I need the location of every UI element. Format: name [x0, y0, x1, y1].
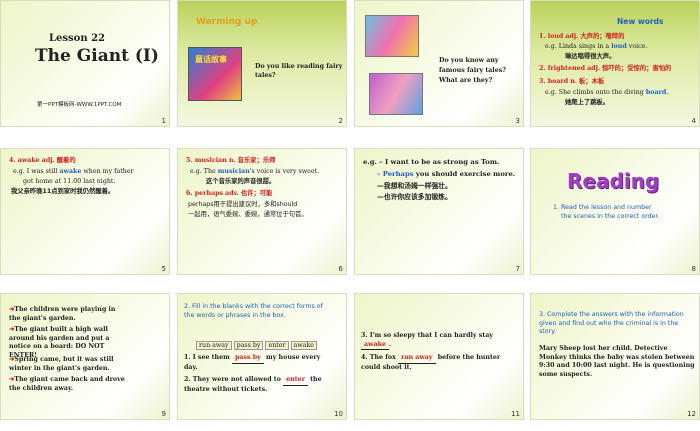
slide-number: 7 [515, 265, 520, 273]
slide-7-thumbnail[interactable]: e.g. – I want to be as strong as Tom. – … [354, 148, 524, 275]
question-3: 3. I'm so sleepy that I can hardly stay … [361, 332, 516, 351]
slide-11-thumbnail[interactable]: 3. I'm so sleepy that I can hardly stay … [354, 293, 524, 420]
slide-number: 8 [691, 265, 696, 273]
task-text: 2. Fill in the blanks with the correct f… [184, 303, 323, 319]
example-3-cn: 她爬上了跳板。 [565, 99, 610, 106]
example-line-2: got home at 11.00 last night. [23, 178, 116, 185]
slide-number: 2 [338, 117, 343, 125]
slide-number: 11 [511, 410, 520, 418]
fairy-tale-books-image [365, 15, 419, 57]
question-line-1: Do you know any [439, 57, 499, 64]
story-text: Mary Sheep lost her child. Detective Mon… [539, 345, 695, 378]
scene-4: ➜The giant came back and drove the child… [9, 376, 125, 392]
example-line-1: e.g. – I want to be as strong as Tom. [363, 158, 500, 166]
word-1: 1. loud adj. 大声的；喧哗的 [539, 33, 625, 40]
slide-9-thumbnail[interactable]: ➜The children were playing in the giant'… [0, 293, 170, 420]
question-1: 1. I see them pass by my house every day… [184, 354, 321, 371]
slide-title: The Giant (I) [35, 46, 159, 66]
slide-number: 3 [515, 117, 520, 125]
slide-1-thumbnail[interactable]: Lesson 22 The Giant (I) 第一PPT模板网-WWW.1PP… [0, 0, 170, 127]
slide-2-thumbnail[interactable]: Warming up 童话故事 Do you like reading fair… [177, 0, 347, 127]
question-line-3: What are they? [439, 77, 493, 84]
word-3: 3. board n. 板；木板 [539, 78, 605, 85]
slide-number: 1 [161, 117, 166, 125]
example-line-4: —也许你应该多加锻炼。 [377, 193, 452, 201]
example-line-2: – Perhaps you should exercise more. [377, 170, 516, 178]
scene-1: ➜The children were playing in the giant'… [9, 306, 116, 322]
slide-number: 12 [687, 410, 696, 418]
slide-number: 10 [334, 410, 343, 418]
reading-heading: Reading [567, 169, 660, 193]
slide-heading: Warming up [196, 17, 258, 27]
word-2: 2. frightened adj. 惊吓的；受惊的；害怕的 [539, 65, 672, 72]
slide-number: 4 [691, 117, 696, 125]
slide-heading: New words [617, 17, 664, 26]
usage-note-1: perhaps用于提出建议时，多和should [188, 201, 298, 208]
slide-5-thumbnail[interactable]: 4. awake adj. 醒着的 e.g. I was still awake… [0, 148, 170, 275]
task-line-1: 1. Read the lesson and number [553, 204, 652, 211]
slide-number: 9 [161, 410, 166, 418]
slide-3-thumbnail[interactable]: Do you know any famous fairy tales? What… [354, 0, 524, 127]
example-1: e.g. Linda sings in a loud voice. [545, 43, 648, 50]
slide-number: 6 [338, 265, 343, 273]
slide-10-thumbnail[interactable]: 2. Fill in the blanks with the correct f… [177, 293, 347, 420]
slide-12-thumbnail[interactable]: 3. Complete the answers with the informa… [530, 293, 700, 420]
example-line-3: —我想和汤姆一样强壮。 [377, 182, 452, 190]
slide-8-thumbnail[interactable]: Reading 1. Read the lesson and number th… [530, 148, 700, 275]
example-1-cn: 琳达唱得很大声。 [565, 53, 616, 60]
example-cn: 这个音乐家的声音很甜。 [206, 178, 276, 185]
fairy-tale-books-image-2 [369, 73, 423, 115]
question-4: 4. The fox ran away before the hunter co… [361, 354, 501, 371]
lesson-label: Lesson 22 [49, 33, 105, 44]
example-3: e.g. She climbs onto the diving board. [545, 89, 669, 96]
slide-4-thumbnail[interactable]: New words 1. loud adj. 大声的；喧哗的 e.g. Lind… [530, 0, 700, 127]
example-line-1: e.g. I was still awake when my father [13, 168, 134, 175]
task-line-2: the scenes in the correct order. [561, 213, 660, 220]
word-box: run away pass by enter awake [196, 341, 317, 351]
task-text: 3. Complete the answers with the informa… [539, 311, 684, 336]
slide-number: 5 [161, 265, 166, 273]
example: e.g. The musician's voice is very sweet. [190, 168, 320, 175]
word-6: 6. perhaps adv. 也许；可能 [186, 190, 273, 197]
word-4: 4. awake adj. 醒着的 [9, 157, 76, 164]
slide-footer: 第一PPT模板网-WWW.1PPT.COM [37, 102, 122, 108]
usage-note-2: 一起用，语气委婉、委婉，通常位于句首。 [188, 211, 308, 218]
storybook-title: 童话故事 [195, 55, 227, 64]
question-line-2: famous fairy tales? [439, 67, 506, 74]
word-5: 5. musician n. 音乐家；乐师 [186, 157, 276, 164]
slide-6-thumbnail[interactable]: 5. musician n. 音乐家；乐师 e.g. The musician'… [177, 148, 347, 275]
scene-3: ➜Spring came, but it was still winter in… [9, 356, 114, 372]
warmup-question: Do you like reading fairy tales? [255, 63, 343, 79]
question-2: 2. They were not allowed to enter the th… [184, 376, 322, 393]
storybook-cover-image: 童话故事 [188, 47, 242, 101]
example-cn: 我父亲昨晚11点到家时我仍然醒着。 [11, 188, 115, 195]
